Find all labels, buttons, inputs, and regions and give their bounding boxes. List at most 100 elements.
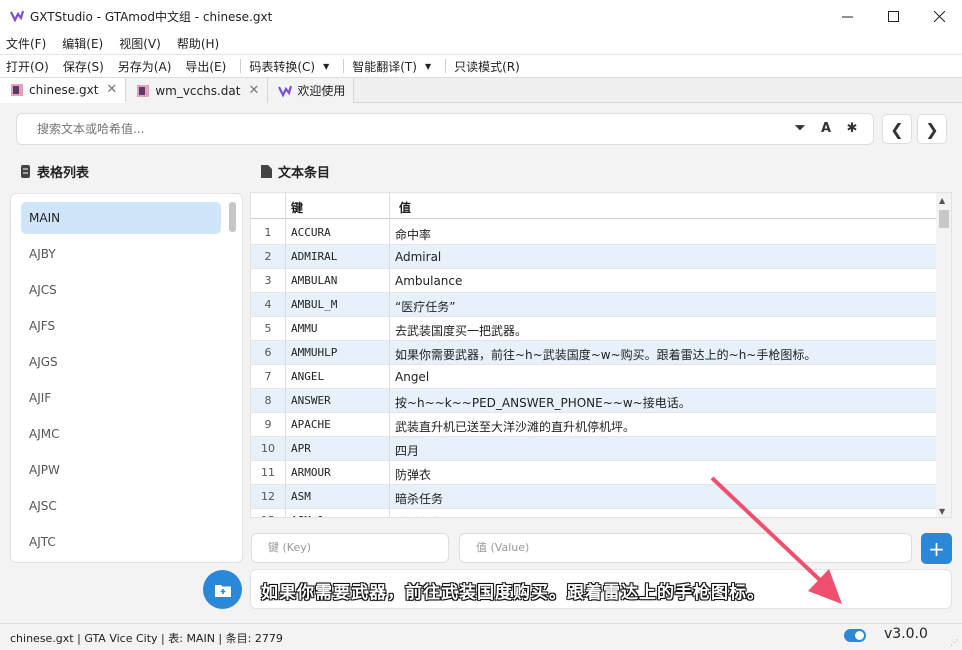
row-number: 11 [261, 466, 275, 479]
search-input[interactable] [37, 122, 777, 136]
filter-icon[interactable]: ⏷ [787, 121, 813, 136]
key-input[interactable]: 键 (Key) [251, 533, 449, 563]
table-item[interactable]: AJGS [21, 346, 221, 378]
entry-value: Ambulance [395, 274, 463, 288]
plus-icon: + [928, 536, 945, 561]
row-number: 7 [264, 370, 272, 383]
scrollbar-thumb[interactable] [939, 210, 949, 228]
tab-welcome[interactable]: 欢迎使用 [268, 78, 355, 103]
next-result-button[interactable]: ❯ [917, 114, 947, 144]
tab-chinese-gxt[interactable]: chinese.gxt ✕ [0, 78, 127, 103]
column-header-value[interactable]: 值 [399, 199, 411, 216]
menu-file[interactable]: 文件(F) [6, 35, 46, 52]
open-button[interactable]: 打开(O) [6, 58, 49, 75]
tab-wm-vcchs-dat[interactable]: wm_vcchs.dat ✕ [126, 78, 269, 103]
scroll-up-icon[interactable]: ▲ [939, 196, 945, 205]
row-number: 8 [264, 394, 272, 407]
encoding-dropdown-icon[interactable]: ▼ [323, 62, 329, 71]
row-number: 5 [264, 322, 272, 335]
status-bar: chinese.gxt | GTA Vice City | 表: MAIN | … [0, 623, 962, 650]
entry-value: 命中率 [395, 228, 432, 242]
table-item[interactable]: AJSC [21, 490, 221, 522]
table-row[interactable]: 8 ANSWER 按~h~~k~~PED_ANSWER_PHONE~~w~接电话。 [251, 389, 937, 413]
entry-value: 按~h~~k~~PED_ANSWER_PHONE~~w~接电话。 [395, 396, 691, 410]
save-button[interactable]: 保存(S) [63, 58, 104, 75]
table-list-heading: 表格列表 [20, 162, 89, 181]
maximize-button[interactable] [870, 0, 916, 32]
entry-key: ASM_1 [291, 514, 324, 517]
entry-key: AMBUL_M [291, 298, 338, 311]
entry-key: APACHE [291, 418, 331, 431]
table-row[interactable]: 7 ANGEL Angel [251, 365, 937, 389]
entry-value: 暗杀任务 [395, 492, 444, 506]
table-item[interactable]: AJTC [21, 526, 221, 558]
entry-key: AMMU [291, 322, 318, 335]
table-row[interactable]: 10 APR 四月 [251, 437, 937, 461]
document-icon [261, 165, 272, 178]
window-title: GXTStudio - GTAmod中文组 - chinese.gxt [30, 9, 273, 24]
row-number: 2 [264, 250, 272, 263]
table-row[interactable]: 3 AMBULAN Ambulance [251, 269, 937, 293]
smart-translate-button[interactable]: 智能翻译(T) [352, 58, 417, 75]
add-entry-button[interactable]: + [921, 533, 952, 564]
tab-label: 欢迎使用 [297, 84, 346, 98]
column-header-key[interactable]: 键 [291, 199, 303, 216]
table-item[interactable]: AJCS [21, 274, 221, 306]
resize-grip-icon[interactable]: ⋰ [950, 638, 958, 647]
entry-value: 如果你需要武器，前往~h~武装国度~w~购买。跟着雷达上的~h~手枪图标。 [395, 348, 817, 362]
tab-close-icon[interactable]: ✕ [106, 82, 117, 97]
minimize-button[interactable] [824, 0, 870, 32]
encoding-convert-button[interactable]: 码表转换(C) [249, 58, 315, 75]
title-bar: GXTStudio - GTAmod中文组 - chinese.gxt [0, 0, 962, 32]
table-row[interactable]: 2 ADMIRAL Admiral [251, 245, 937, 269]
table-row[interactable]: 13 ASM_1 暗杀任务1 [251, 509, 937, 517]
entries-heading: 文本条目 [261, 162, 330, 181]
section-title: 表格列表 [37, 166, 90, 181]
menu-bar: 文件(F) 编辑(E) 视图(V) 帮助(H) [0, 32, 962, 54]
table-row[interactable]: 5 AMMU 去武装国度买一把武器。 [251, 317, 937, 341]
save-as-button[interactable]: 另存为(A) [118, 58, 172, 75]
entry-key: ACCURA [291, 226, 331, 239]
menu-view[interactable]: 视图(V) [119, 35, 161, 52]
table-row[interactable]: 4 AMBUL_M “医疗任务” [251, 293, 937, 317]
table-row[interactable]: 6 AMMUHLP 如果你需要武器，前往~h~武装国度~w~购买。跟着雷达上的~h~… [251, 341, 937, 365]
table-item-main[interactable]: MAIN [21, 202, 221, 234]
open-folder-button[interactable] [203, 570, 242, 609]
scroll-down-icon[interactable]: ▼ [939, 507, 945, 516]
tab-close-icon[interactable]: ✕ [248, 83, 259, 98]
row-number: 3 [264, 274, 272, 287]
chevron-left-icon: ❮ [890, 119, 904, 139]
table-row[interactable]: 1 ACCURA 命中率 [251, 221, 937, 245]
row-number: 13 [251, 514, 285, 517]
previous-result-button[interactable]: ❮ [882, 114, 912, 144]
toolbar-divider [343, 59, 345, 73]
close-button[interactable] [916, 0, 962, 32]
table-row[interactable]: 12 ASM 暗杀任务 [251, 485, 937, 509]
readonly-mode-button[interactable]: 只读模式(R) [454, 58, 520, 75]
export-button[interactable]: 导出(E) [185, 58, 226, 75]
value-input[interactable]: 值 (Value) [459, 533, 912, 563]
entries-table: 键 值 1 ACCURA 命中率 2 ADMIRAL Admiral 3 AMBULAN Amb… [250, 192, 952, 518]
translate-dropdown-icon[interactable]: ▼ [425, 62, 431, 71]
table-item[interactable]: AJPW [21, 454, 221, 486]
entry-value: 暗杀任务1 [395, 514, 451, 517]
table-scrollbar[interactable]: ▲ ▼ [936, 193, 951, 517]
table-row[interactable]: 11 ARMOUR 防弹衣 [251, 461, 937, 485]
table-item[interactable]: AJBY [21, 238, 221, 270]
file-thumbnail-icon [11, 83, 23, 96]
match-case-icon[interactable]: A [813, 121, 839, 136]
entry-value: 防弹衣 [395, 468, 432, 482]
regex-icon[interactable]: ✱ [839, 121, 865, 136]
table-item[interactable]: AJFS [21, 310, 221, 342]
table-item[interactable]: AJIF [21, 382, 221, 414]
table-item[interactable]: AJMC [21, 418, 221, 450]
theme-toggle[interactable] [844, 629, 866, 642]
table-row[interactable]: 9 APACHE 武装直升机已送至大洋沙滩的直升机停机坪。 [251, 413, 937, 437]
column-divider [389, 193, 390, 517]
menu-help[interactable]: 帮助(H) [177, 35, 219, 52]
section-title: 文本条目 [278, 166, 331, 181]
row-number: 4 [264, 298, 272, 311]
sidebar-scrollbar[interactable] [229, 202, 236, 232]
menu-edit[interactable]: 编辑(E) [62, 35, 103, 52]
tab-label: wm_vcchs.dat [155, 83, 241, 98]
